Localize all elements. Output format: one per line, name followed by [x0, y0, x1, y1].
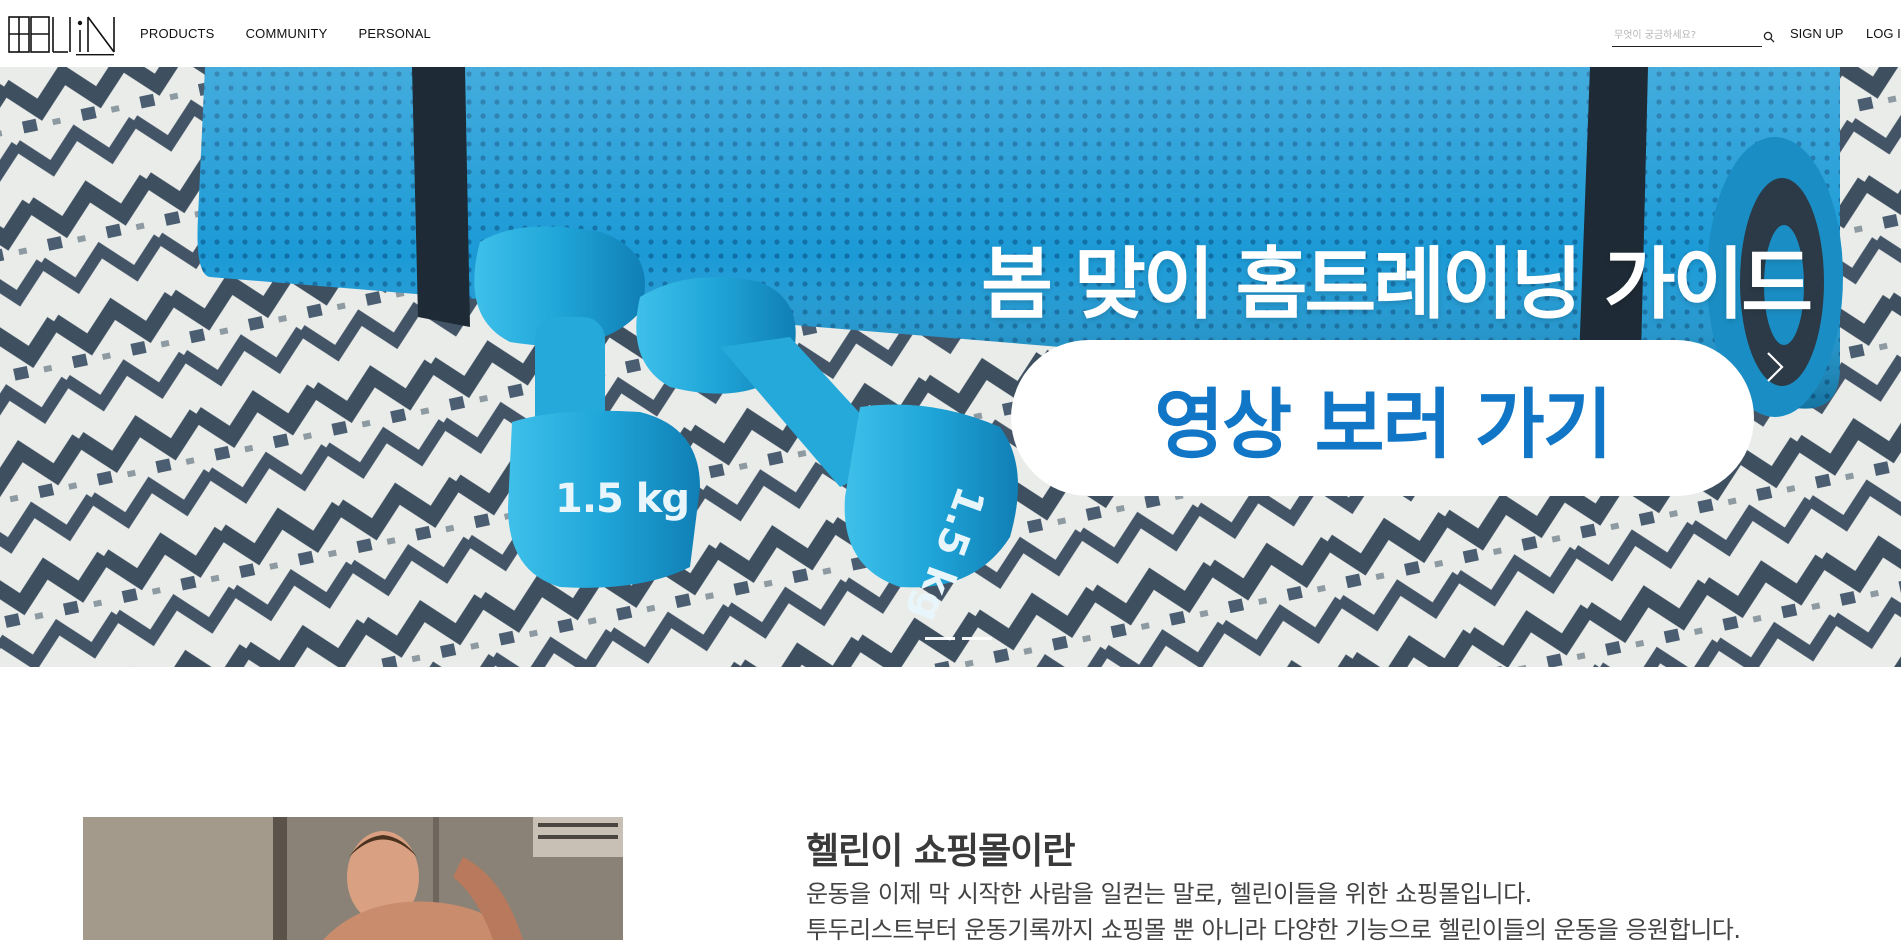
slide-indicator-2[interactable] [962, 637, 992, 640]
chevron-right-icon[interactable] [1762, 349, 1788, 385]
nav-community[interactable]: COMMUNITY [246, 26, 328, 41]
main-nav: PRODUCTS COMMUNITY PERSONAL [140, 26, 462, 41]
nav-personal[interactable]: PERSONAL [359, 26, 431, 41]
nav-products[interactable]: PRODUCTS [140, 26, 215, 41]
hero-banner: 1.5 kg 1.5 kg 봄 맞이 홈트레이닝 가이드 영상 보러 가기 [0, 67, 1901, 667]
site-header: PRODUCTS COMMUNITY PERSONAL SIGN UP LOG … [0, 0, 1901, 67]
search-bar [1612, 25, 1762, 47]
slide-indicators [925, 637, 992, 640]
search-input[interactable] [1612, 25, 1762, 46]
hellin-logo[interactable] [8, 14, 118, 58]
slide-indicator-1[interactable] [925, 637, 955, 640]
svg-text:1.5 kg: 1.5 kg [555, 476, 689, 522]
login-link[interactable]: LOG IN [1866, 26, 1901, 41]
signup-link[interactable]: SIGN UP [1790, 26, 1843, 41]
watch-video-button[interactable]: 영상 보러 가기 [1011, 340, 1754, 496]
search-icon[interactable] [1763, 31, 1775, 43]
hero-title: 봄 맞이 홈트레이닝 가이드 [981, 240, 1813, 330]
about-text-line: 운동을 이제 막 시작한 사람을 일컫는 말로, 헬린이들을 위한 쇼핑몰입니다… [806, 880, 1532, 908]
about-photo [83, 817, 753, 940]
about-title: 헬린이 쇼핑몰이란 [806, 831, 1075, 872]
